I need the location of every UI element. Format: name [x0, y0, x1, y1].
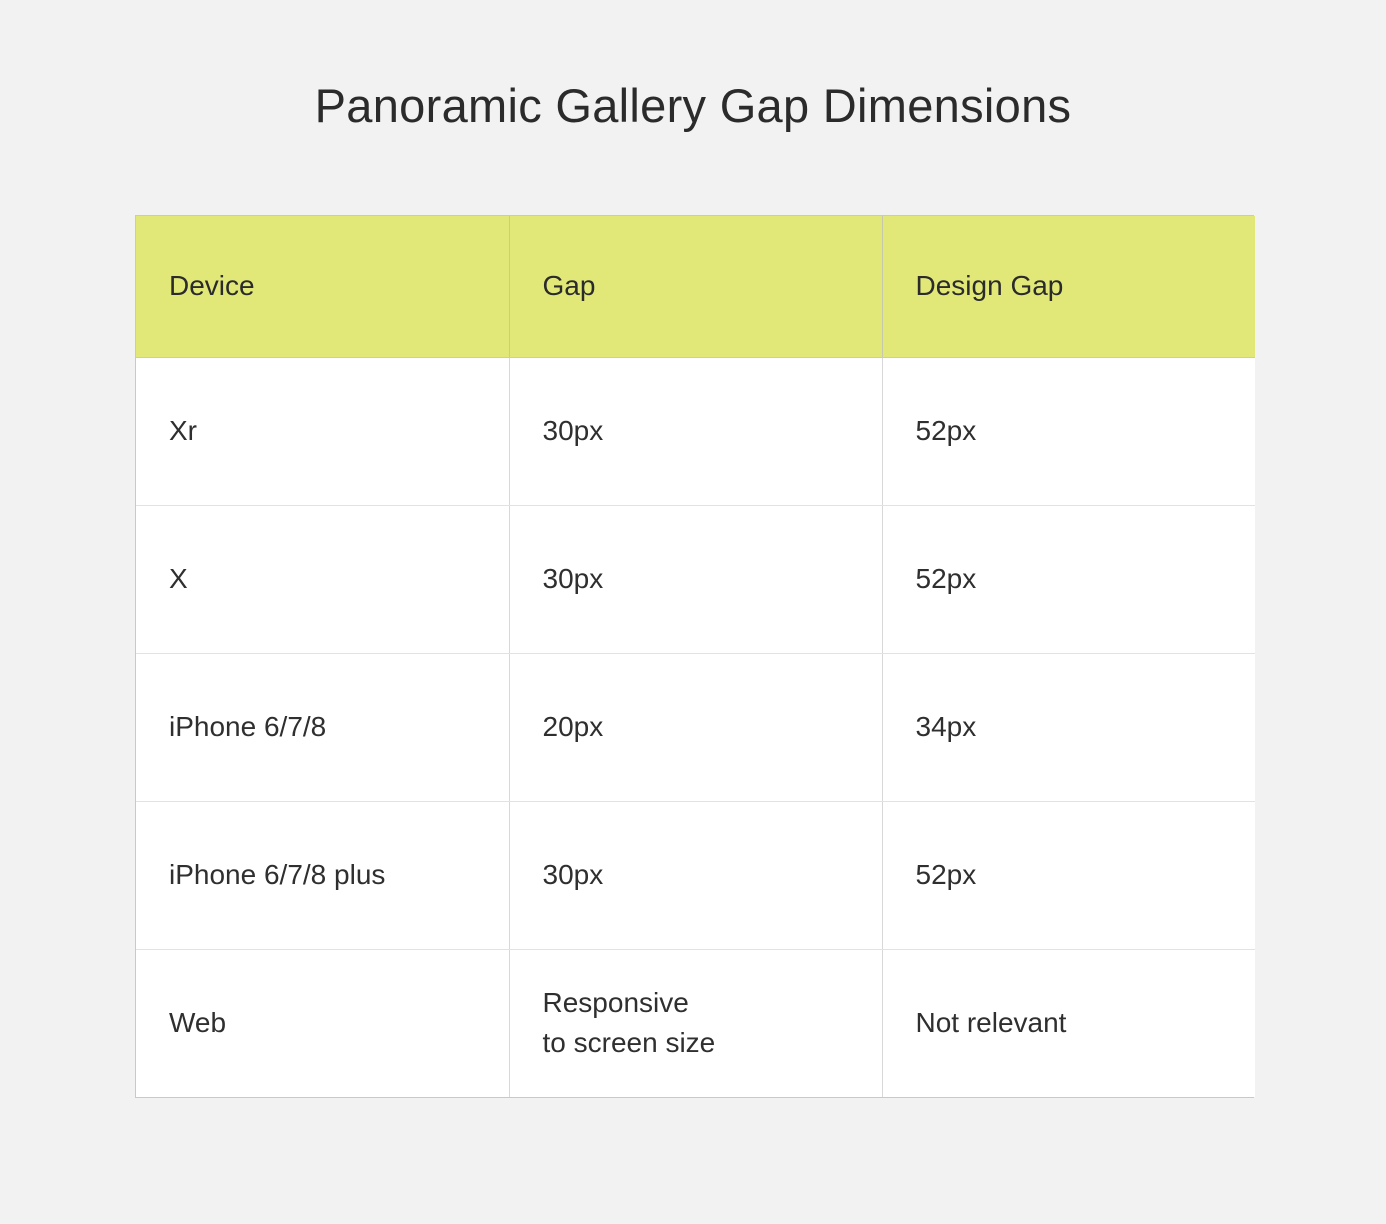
cell-design-gap: 52px [882, 357, 1255, 506]
table-row: X 30px 52px [136, 505, 1255, 654]
gap-dimensions-table: Device Gap Design Gap Xr 30px 52px X 30p… [136, 216, 1255, 1097]
cell-device: X [136, 505, 510, 654]
cell-design-gap: 34px [882, 653, 1255, 802]
column-header-design-gap: Design Gap [882, 216, 1255, 358]
page-root: Panoramic Gallery Gap Dimensions Device … [0, 0, 1386, 1224]
cell-gap: Responsive to screen size [509, 949, 883, 1097]
cell-gap: 30px [509, 357, 883, 506]
table-header: Device Gap Design Gap [136, 216, 1255, 358]
cell-device: iPhone 6/7/8 [136, 653, 510, 802]
cell-gap: 20px [509, 653, 883, 802]
table-body: Xr 30px 52px X 30px 52px iPhone 6/7/8 20… [136, 357, 1255, 1097]
table-row: iPhone 6/7/8 plus 30px 52px [136, 801, 1255, 950]
cell-design-gap: Not relevant [915, 1006, 1067, 1038]
cell-design-gap: 52px [882, 801, 1255, 950]
cell-design-gap: 52px [882, 505, 1255, 654]
cell-gap: 30px [509, 801, 883, 950]
cell-gap: 30px [509, 505, 883, 654]
gap-dimensions-table-container: Device Gap Design Gap Xr 30px 52px X 30p… [135, 215, 1255, 1098]
page-title: Panoramic Gallery Gap Dimensions [314, 79, 1072, 133]
table-row: Web Responsive to screen size Not releva… [136, 949, 1255, 1097]
table-header-row: Device Gap Design Gap [136, 216, 1255, 358]
column-header-gap: Gap [509, 216, 883, 358]
cell-device: iPhone 6/7/8 plus [136, 801, 510, 950]
table-row: iPhone 6/7/8 20px 34px [136, 653, 1255, 802]
cell-device: Web [136, 949, 510, 1097]
cell-device: Xr [136, 357, 510, 506]
table-row: Xr 30px 52px [136, 357, 1255, 506]
column-header-device: Device [136, 216, 510, 358]
